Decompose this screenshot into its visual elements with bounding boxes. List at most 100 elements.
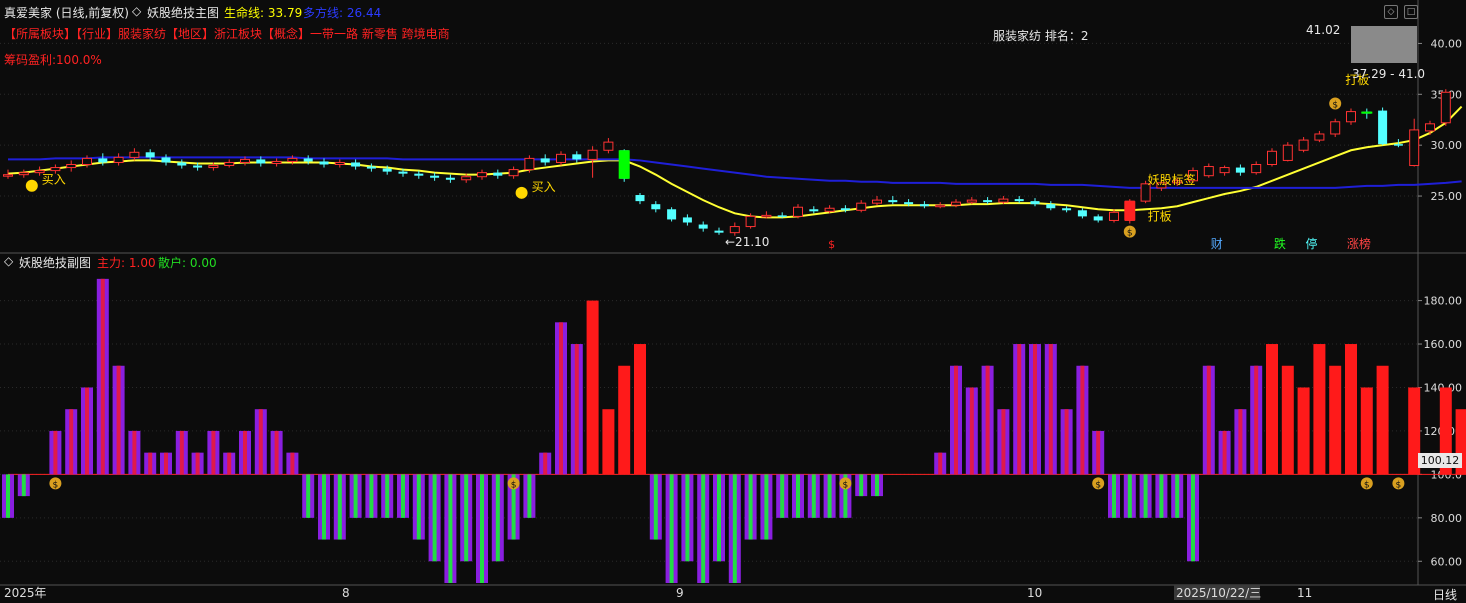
- candle-body: [1030, 201, 1040, 205]
- candle-body: [1440, 91, 1451, 124]
- sub-indicator-name[interactable]: 妖股绝技副图: [19, 254, 91, 271]
- sub-bar: [1029, 344, 1041, 475]
- sub-bar-stripe: [353, 474, 358, 518]
- candle-body: [493, 172, 503, 176]
- candle-body: [777, 215, 787, 217]
- sub-bar-stripe: [432, 474, 437, 562]
- bull-line-label: 多方线:: [303, 6, 344, 20]
- candle-body: [98, 158, 108, 163]
- sub-bar-stripe: [796, 474, 800, 518]
- square-icon[interactable]: □: [1404, 5, 1418, 19]
- sub-bars: [2, 278, 1466, 583]
- candle-body: [50, 167, 61, 172]
- sub-bar-red: [634, 344, 646, 475]
- sub-tick-label: 160.00: [1424, 338, 1463, 351]
- sub-markers: $ $ $ $ $ $: [49, 477, 1405, 490]
- sub-bar-stripe: [480, 474, 484, 583]
- candle-body: [398, 171, 408, 174]
- sub-bar-stripe: [701, 474, 706, 583]
- candle-body: [635, 195, 645, 202]
- sub-bar-stripe: [385, 474, 390, 518]
- candle-body: [82, 157, 92, 166]
- candle: [1219, 165, 1230, 176]
- candle: [1093, 214, 1103, 223]
- sub-chevron-icon[interactable]: ◇: [4, 254, 13, 268]
- sub-bar-stripe: [764, 474, 769, 540]
- diamond-icon[interactable]: ◇: [1384, 5, 1398, 19]
- dollar-marker: $: [828, 238, 835, 251]
- price-range-box: [1351, 26, 1417, 63]
- sub-bar: [950, 365, 962, 475]
- sub-bar: [713, 474, 725, 562]
- date-label: 10: [1027, 586, 1042, 600]
- sub-bar: [1218, 430, 1231, 475]
- sub-bar: [412, 474, 425, 540]
- sub-bar-stripe: [811, 474, 816, 518]
- candle-body: [540, 158, 550, 163]
- sub-bar-stripe: [859, 474, 864, 497]
- candle-body: [287, 157, 298, 162]
- candle-body: [761, 214, 772, 218]
- life-line-value: 33.79: [267, 6, 303, 20]
- candle-body: [1330, 121, 1341, 135]
- candle-body: [840, 208, 850, 211]
- sub-bar-stripe: [179, 430, 184, 475]
- date-label: 11: [1297, 586, 1312, 600]
- sub-bar: [1297, 387, 1310, 475]
- candle-body: [3, 174, 13, 177]
- stock-title: 真爱美家 (日线,前复权): [4, 6, 129, 20]
- sub-bar-stripe: [1080, 365, 1085, 475]
- candle: [540, 154, 550, 166]
- sub-bar-stripe: [543, 452, 548, 475]
- sub-bar-stripe: [669, 474, 674, 583]
- sub-bar: [1250, 365, 1263, 475]
- candle: [556, 151, 566, 166]
- candle: [224, 159, 235, 168]
- sub-bar: [776, 474, 789, 518]
- sub-bar: [871, 474, 883, 497]
- sub-bar-stripe: [448, 474, 453, 583]
- candle-body: [556, 153, 566, 163]
- main-tick-label: 25.00: [1431, 190, 1463, 203]
- sub-bar: [1123, 474, 1136, 518]
- sub-bar-stripe: [1096, 430, 1101, 475]
- money-bag-glyph: $: [1127, 229, 1133, 239]
- sub-tick-label: 180.00: [1424, 295, 1463, 308]
- event-tag: 跌: [1274, 236, 1286, 251]
- candle-body: [966, 199, 977, 203]
- sub-bar: [239, 430, 251, 475]
- chevron-icon[interactable]: ◇: [132, 4, 141, 18]
- sub-bar-stripe: [653, 474, 658, 540]
- candle: [1014, 196, 1024, 204]
- daban-label: 打板: [1148, 209, 1172, 223]
- smiley-icon: [515, 186, 528, 199]
- sub-bar: [602, 409, 615, 475]
- sub-bar: [318, 474, 330, 540]
- candle-body: [1409, 129, 1420, 167]
- period-label[interactable]: 日线: [1433, 586, 1457, 603]
- candle: [919, 201, 929, 209]
- candle-body: [1346, 111, 1356, 123]
- sub-bar-stripe: [227, 452, 232, 475]
- candle: [935, 202, 946, 209]
- sub-bar: [1108, 474, 1120, 518]
- sub-bar-stripe: [132, 430, 137, 475]
- date-axis: 2025年 8 9 10 2025/10/22/三 11: [4, 585, 1312, 600]
- money-bag-glyph: $: [1095, 480, 1101, 490]
- sub-bar: [1139, 474, 1152, 518]
- candle-body: [856, 202, 867, 211]
- sub-bar: [1187, 474, 1199, 562]
- candle-body: [1093, 216, 1103, 221]
- sub-bar: [270, 430, 283, 475]
- life-line-path: [7, 105, 1463, 219]
- bull-line-value: 26.44: [346, 6, 382, 20]
- sub-bar: [1155, 474, 1168, 518]
- candle: [1030, 198, 1040, 207]
- main-indicator-name[interactable]: 妖股绝技主图: [147, 4, 219, 21]
- sub-tick-label: 80.00: [1431, 512, 1463, 525]
- candle-body: [1298, 139, 1309, 151]
- candle: [1282, 142, 1293, 162]
- sector-ranking: 服装家纺 排名：2: [993, 29, 1089, 43]
- candle: [872, 196, 882, 206]
- sub-bar: [649, 474, 662, 540]
